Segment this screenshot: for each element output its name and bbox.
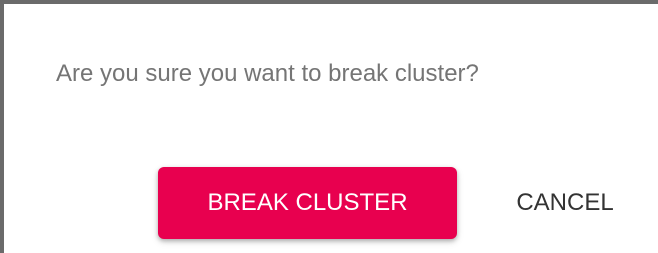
cancel-button[interactable]: CANCEL: [490, 167, 640, 239]
break-cluster-button[interactable]: BREAK CLUSTER: [158, 167, 457, 239]
dialog-message: Are you sure you want to break cluster?: [56, 60, 479, 87]
confirm-dialog: Are you sure you want to break cluster? …: [4, 4, 658, 253]
